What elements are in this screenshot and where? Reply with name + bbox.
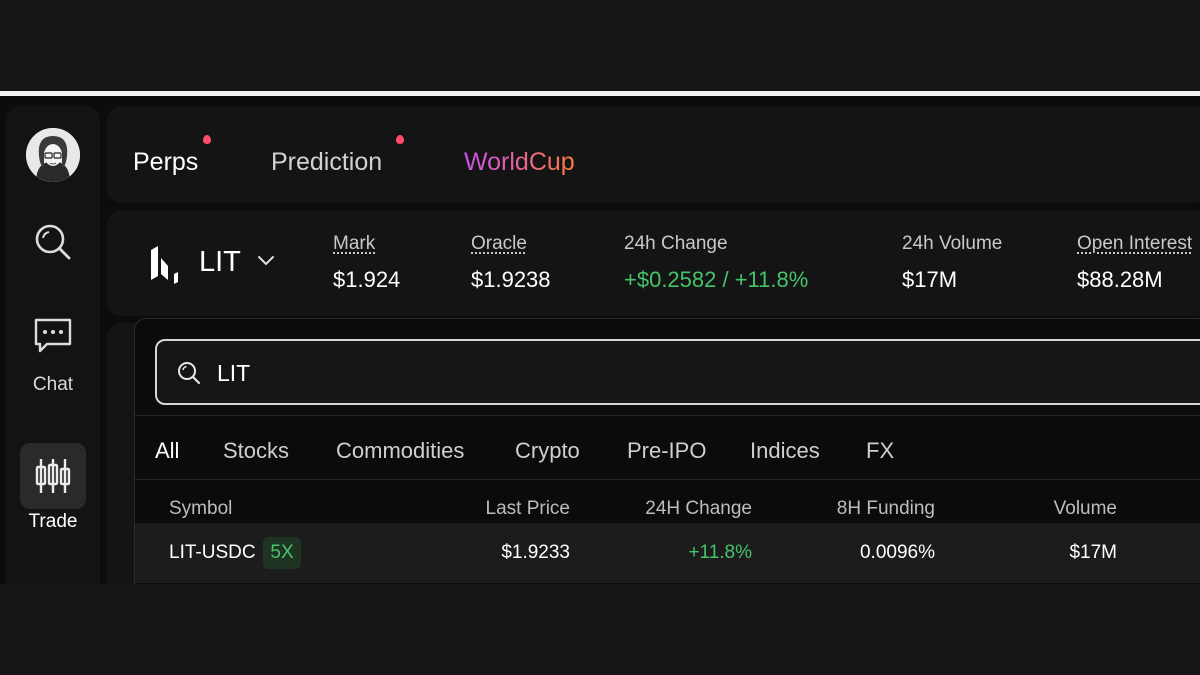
col-symbol[interactable]: Symbol [169,498,232,520]
filter-crypto[interactable]: Crypto [515,438,580,464]
divider [135,415,1200,416]
product-tabs: Perps Prediction WorldCup [107,106,1200,203]
tab-perps[interactable]: Perps [133,148,198,177]
chevron-down-icon[interactable] [256,250,276,275]
market-symbol: LIT [199,246,241,278]
col-last-price[interactable]: Last Price [415,498,570,520]
flame-badge-icon [203,135,211,144]
row-last-price: $1.9233 [501,542,570,563]
market-symbol-selector[interactable]: LIT [199,246,241,279]
market-header: LIT Mark $1.924 Oracle $1.9238 24h Chang… [107,210,1200,316]
filter-all[interactable]: All [155,438,179,464]
row-volume: $17M [1069,542,1117,563]
row-change: +11.8% [688,542,752,563]
search-icon[interactable] [33,222,73,262]
filter-stocks[interactable]: Stocks [223,438,289,464]
open-interest-label: Open Interest [1077,233,1193,254]
tab-perps-label: Perps [133,148,199,176]
flame-badge-icon [396,135,404,144]
app-window: Chat Trade Perps Prediction WorldCup LIT… [0,91,1200,584]
search-icon [177,361,201,390]
divider [135,479,1200,480]
volume-label: 24h Volume [902,233,1003,254]
tab-prediction[interactable]: Prediction [271,148,382,177]
col-24h-change[interactable]: 24H Change [595,498,752,520]
lighter-logo-icon [147,244,187,289]
filter-commodities[interactable]: Commodities [336,438,464,464]
filter-indices[interactable]: Indices [750,438,820,464]
symbol-search-popup: LIT All Stocks Commodities Crypto Pre-IP… [134,318,1200,584]
mark-value: $1.924 [333,267,401,292]
row-symbol: LIT-USDC [169,542,256,563]
oracle-value: $1.9238 [471,267,551,292]
change-label: 24h Change [624,233,728,254]
filter-pre-ipo[interactable]: Pre-IPO [627,438,706,464]
tab-prediction-label: Prediction [271,148,383,176]
candlestick-icon [35,459,71,493]
tab-worldcup-label: WorldCup [464,148,575,176]
tab-worldcup[interactable]: WorldCup [464,148,575,177]
open-interest-value: $88.28M [1077,267,1163,292]
nav-chat-label[interactable]: Chat [6,374,100,396]
nav-trade-label[interactable]: Trade [6,511,100,533]
search-input[interactable]: LIT [155,339,1200,405]
mark-label: Mark [333,233,376,254]
avatar[interactable] [26,128,80,182]
row-funding: 0.0096% [859,542,935,563]
volume-value: $17M [902,267,958,292]
oracle-label: Oracle [471,233,527,254]
leverage-badge: 5X [263,537,301,569]
page: { "nav": { "items": [ {"label": "Chat"},… [0,0,1200,675]
filter-fx[interactable]: FX [866,438,894,464]
sidebar: Chat Trade [6,106,100,584]
table-row[interactable]: LIT-USDC 5X $1.9233 +11.8% 0.0096% $17M [135,523,1200,583]
nav-trade-button[interactable] [20,443,86,509]
search-input-value: LIT [217,360,251,386]
change-value: +$0.2582 / +11.8% [624,267,809,292]
col-8h-funding[interactable]: 8H Funding [775,498,935,520]
chat-icon[interactable] [33,316,73,356]
col-volume[interactable]: Volume [965,498,1117,520]
